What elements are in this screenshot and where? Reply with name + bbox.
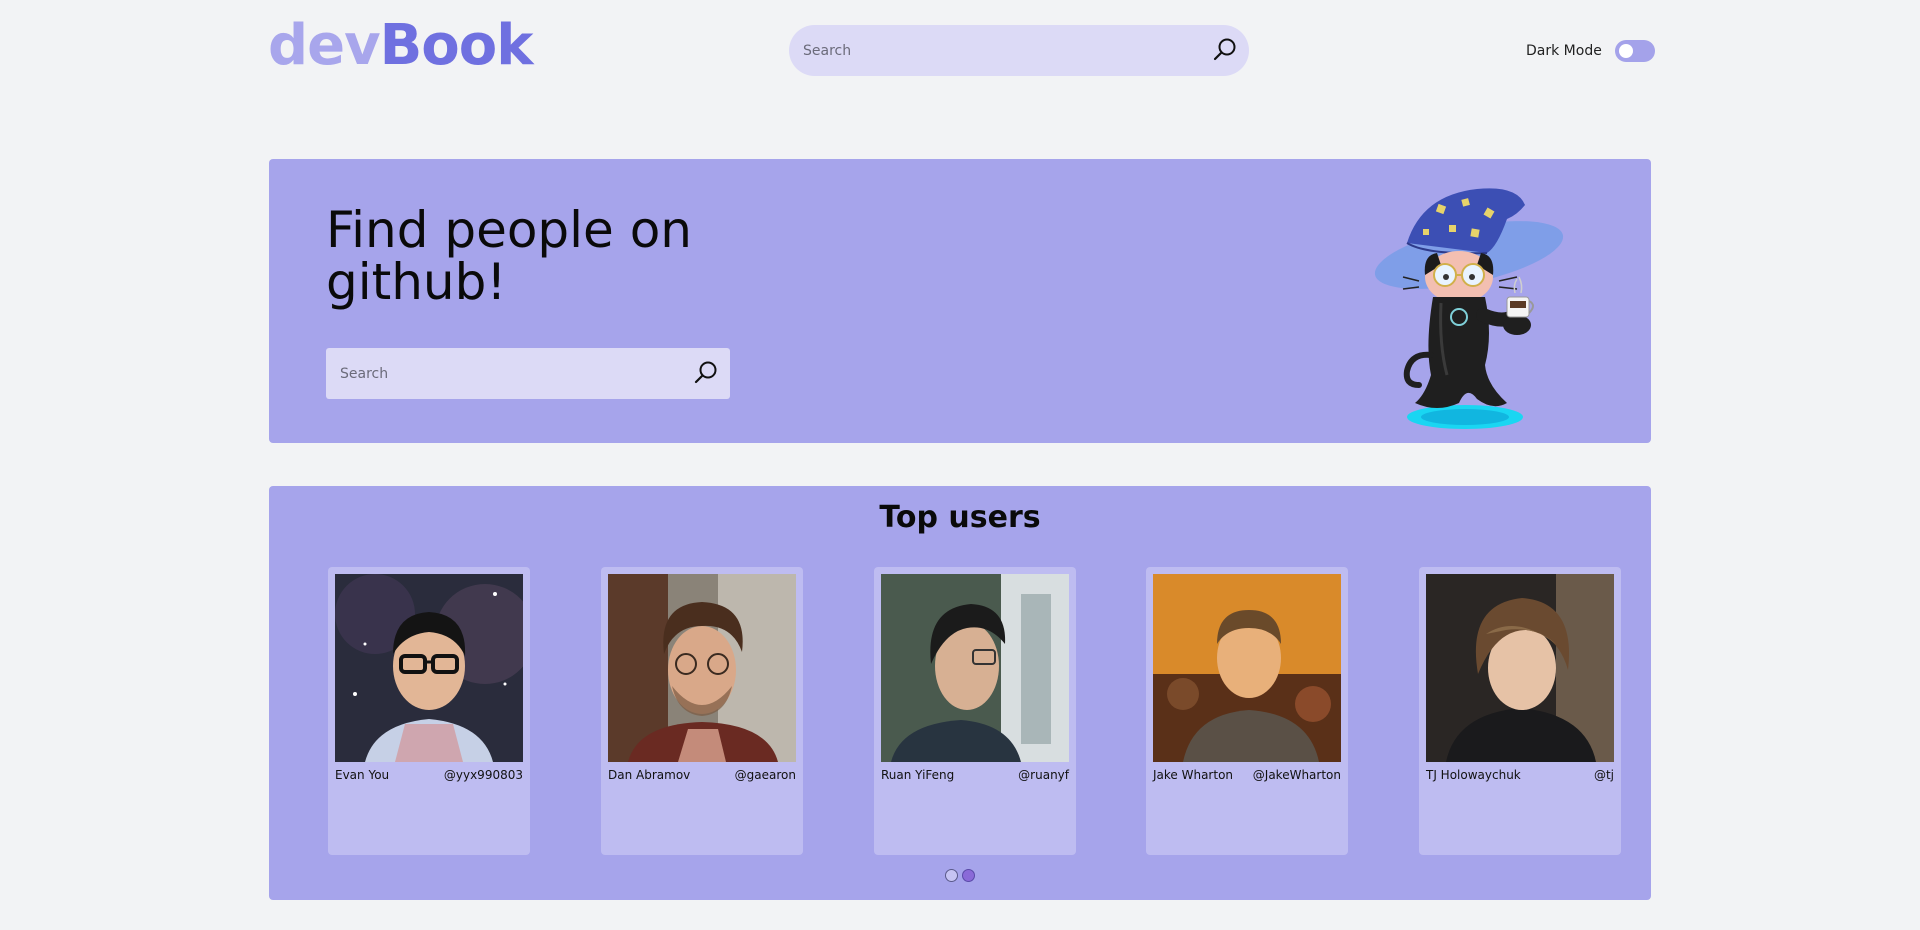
- carousel-pagination: [945, 869, 975, 882]
- header-search: [789, 25, 1249, 76]
- pagination-dot-2[interactable]: [962, 869, 975, 882]
- avatar: [1153, 574, 1341, 762]
- user-handle: @gaearon: [734, 768, 796, 782]
- user-card[interactable]: Dan Abramov @gaearon: [601, 567, 803, 855]
- octocat-wizard-icon: [1367, 185, 1567, 435]
- pagination-dot-1[interactable]: [945, 869, 958, 882]
- hero-search: [326, 348, 730, 399]
- avatar: [881, 574, 1069, 762]
- hero-banner: Find people on github!: [269, 159, 1651, 443]
- user-handle: @yyx990803: [443, 768, 523, 782]
- toggle-knob: [1618, 44, 1633, 58]
- avatar: [335, 574, 523, 762]
- avatar: [608, 574, 796, 762]
- user-name: TJ Holowaychuk: [1426, 768, 1521, 782]
- header: devBook Dark Mode: [0, 0, 1920, 100]
- user-handle: @ruanyf: [1018, 768, 1069, 782]
- dark-mode-label: Dark Mode: [1526, 43, 1602, 59]
- user-name: Jake Wharton: [1153, 768, 1234, 782]
- user-handle: @JakeWharton: [1252, 768, 1341, 782]
- logo-book: Book: [379, 13, 534, 78]
- hero-search-input[interactable]: [340, 348, 680, 399]
- user-name: Ruan YiFeng: [881, 768, 955, 782]
- dark-mode-control: Dark Mode: [1526, 40, 1655, 62]
- top-users-title: Top users: [879, 500, 1041, 535]
- logo[interactable]: devBook: [268, 13, 534, 78]
- dark-mode-toggle[interactable]: [1614, 40, 1655, 62]
- user-card[interactable]: Ruan YiFeng @ruanyf: [874, 567, 1076, 855]
- user-card[interactable]: Evan You @yyx990803: [328, 567, 530, 855]
- user-card[interactable]: Jake Wharton @JakeWharton: [1146, 567, 1348, 855]
- user-name: Evan You: [335, 768, 390, 782]
- user-card[interactable]: TJ Holowaychuk @tj: [1419, 567, 1621, 855]
- hero-title: Find people on github!: [326, 201, 692, 311]
- top-users-section: Top users Evan You @yyx990803 Dan Abramo…: [269, 486, 1651, 900]
- user-handle: @tj: [1593, 768, 1614, 782]
- avatar: [1426, 574, 1614, 762]
- search-icon[interactable]: [692, 359, 720, 387]
- search-icon[interactable]: [1211, 36, 1239, 64]
- logo-dev: dev: [268, 13, 381, 78]
- user-name: Dan Abramov: [608, 768, 691, 782]
- header-search-input[interactable]: [803, 25, 1183, 76]
